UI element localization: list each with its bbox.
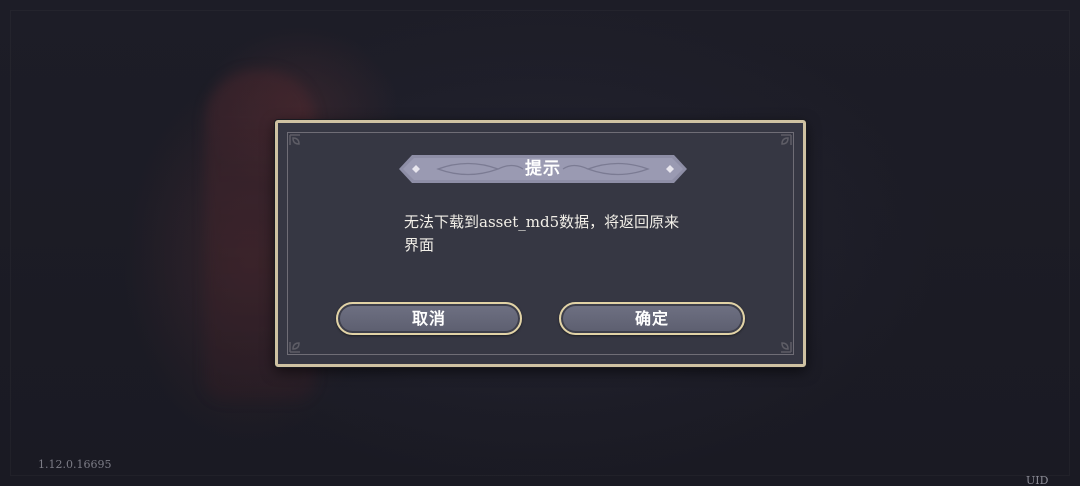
ornament-corner-icon xyxy=(771,133,793,155)
version-label: 1.12.0.16695 xyxy=(38,458,112,471)
ornament-corner-icon xyxy=(288,332,310,354)
title-banner: 提示 xyxy=(398,154,688,184)
ornament-corner-icon xyxy=(288,133,310,155)
ornament-corner-icon xyxy=(771,332,793,354)
dialog-title: 提示 xyxy=(525,159,561,179)
dialog-message: 无法下载到asset_md5数据，将返回原来 界面 xyxy=(404,211,684,257)
cancel-button[interactable]: 取消 xyxy=(336,302,522,335)
game-screen: 提示 无法下载到asset_md5数据，将返回原来 界面 取消 确定 1.12.… xyxy=(0,0,1080,486)
alert-dialog: 提示 无法下载到asset_md5数据，将返回原来 界面 取消 确定 xyxy=(275,120,806,367)
uid-label: UID xyxy=(1026,474,1049,486)
message-line-1: 无法下载到asset_md5数据，将返回原来 xyxy=(404,213,680,231)
confirm-button[interactable]: 确定 xyxy=(559,302,745,335)
message-line-2: 界面 xyxy=(404,236,435,254)
